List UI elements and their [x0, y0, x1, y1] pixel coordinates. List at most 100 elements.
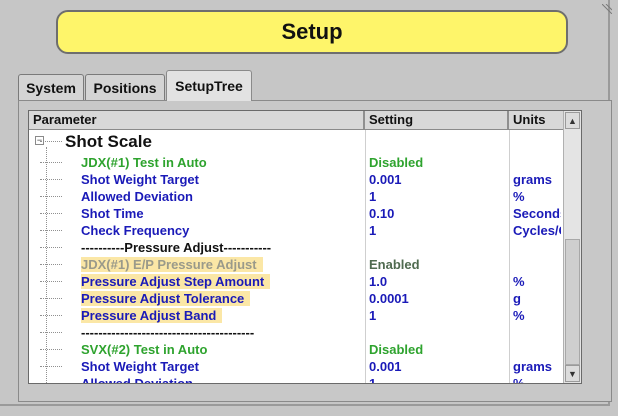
table-header: Parameter Setting Units: [29, 111, 563, 130]
tree-connector: [40, 349, 62, 350]
setting-value[interactable]: 1: [369, 375, 507, 383]
units-value: Cycles/Cl: [513, 223, 561, 238]
parameter-cell: JDX(#1) Test in Auto: [81, 154, 393, 171]
tree-connector: [40, 332, 62, 333]
parameter-cell: Shot Time: [81, 205, 393, 222]
setting-value[interactable]: 1: [369, 307, 507, 324]
parameter-label: Pressure Adjust Tolerance: [81, 291, 251, 306]
parameter-cell: Allowed Deviation: [81, 188, 393, 205]
parameter-label: SVX(#2) Test in Auto: [81, 342, 208, 357]
table-row[interactable]: ----------Pressure Adjust-----------: [29, 239, 563, 256]
setting-value[interactable]: 0.001: [369, 171, 507, 188]
tab-setuptree[interactable]: SetupTree: [166, 70, 252, 101]
triangle-down-icon[interactable]: ▼: [565, 365, 580, 382]
setting-value[interactable]: 1: [369, 222, 507, 239]
units-value: [513, 239, 561, 256]
units-value: [513, 256, 561, 273]
parameter-label: Check Frequency: [81, 223, 190, 238]
parameter-label: JDX(#1) E/P Pressure Adjust: [81, 257, 263, 272]
parameter-cell: SVX(#2) Test in Auto: [81, 341, 393, 358]
parameter-cell: Pressure Adjust Band: [81, 307, 393, 324]
parameter-cell: Shot Weight Target: [81, 358, 393, 375]
table-row[interactable]: Allowed Deviation 1%: [29, 375, 563, 384]
table-row[interactable]: Shot Time 0.10 Seconds: [29, 205, 563, 222]
setting-value[interactable]: 0.0001: [369, 290, 507, 307]
column-header-setting[interactable]: Setting: [365, 111, 509, 129]
scrollbar-thumb[interactable]: [565, 239, 580, 365]
table-row[interactable]: Pressure Adjust Band 1%: [29, 307, 563, 324]
tree-group-label: Shot Scale: [65, 132, 152, 151]
parameter-label: Shot Weight Target: [81, 172, 199, 187]
tree-connector: [40, 366, 62, 367]
resize-corner-icon: [602, 4, 612, 14]
vertical-scrollbar[interactable]: ▲ ▼: [563, 111, 581, 383]
units-value: [513, 341, 561, 358]
units-value: [513, 154, 561, 171]
tree-connector: [40, 315, 62, 316]
parameter-label: Shot Weight Target: [81, 359, 199, 374]
units-value: %: [513, 376, 525, 384]
table-row[interactable]: Allowed Deviation 1%: [29, 188, 563, 205]
parameter-cell: ----------Pressure Adjust-----------: [81, 239, 393, 256]
setting-value[interactable]: Enabled: [369, 256, 507, 273]
tab-positions[interactable]: Positions: [85, 74, 165, 100]
tree-connector: [40, 162, 62, 163]
table-row[interactable]: Shot Weight Target 0.001 grams: [29, 358, 563, 375]
parameter-label: Allowed Deviation: [81, 189, 193, 204]
parameter-label: Allowed Deviation: [81, 376, 193, 384]
units-value: %: [513, 189, 525, 204]
page-title: Setup: [56, 10, 568, 54]
table-row[interactable]: Pressure Adjust Tolerance 0.0001 g: [29, 290, 563, 307]
setting-value[interactable]: 0.10: [369, 205, 507, 222]
table-row[interactable]: SVX(#2) Test in Auto Disabled: [29, 341, 563, 358]
units-value: Seconds: [513, 206, 561, 221]
parameter-cell: Pressure Adjust Step Amount: [81, 273, 393, 290]
parameter-cell: ----------------------------------------: [81, 324, 393, 341]
parameter-label: JDX(#1) Test in Auto: [81, 155, 207, 170]
tree-connector: [40, 281, 62, 282]
table-row[interactable]: Pressure Adjust Step Amount 1.0%: [29, 273, 563, 290]
table-row[interactable]: Shot Weight Target 0.001 grams: [29, 171, 563, 188]
parameter-label: ----------Pressure Adjust-----------: [81, 240, 272, 255]
tree-connector: [40, 179, 62, 180]
parameter-cell: Pressure Adjust Tolerance: [81, 290, 393, 307]
units-value: g: [513, 291, 521, 306]
tree-connector: [40, 383, 62, 384]
tab-system[interactable]: System: [18, 74, 84, 100]
tree-connector: [40, 264, 62, 265]
units-value: grams: [513, 359, 553, 374]
tree-connector: [40, 298, 62, 299]
column-header-units[interactable]: Units: [509, 111, 563, 129]
tree-group-row[interactable]: Shot Scale: [29, 131, 563, 153]
parameter-label: ----------------------------------------: [81, 325, 255, 340]
table-row[interactable]: JDX(#1) E/P Pressure Adjust Enabled: [29, 256, 563, 273]
column-header-parameter[interactable]: Parameter: [29, 111, 365, 129]
setting-value[interactable]: [369, 324, 507, 341]
units-value: %: [513, 308, 525, 323]
table-row[interactable]: Check Frequency 1 Cycles/Cl: [29, 222, 563, 239]
parameter-label: Pressure Adjust Step Amount: [81, 274, 271, 289]
setting-value[interactable]: 1: [369, 188, 507, 205]
tree-connector: [40, 247, 62, 248]
setting-value[interactable]: Disabled: [369, 154, 507, 171]
setting-value[interactable]: Disabled: [369, 341, 507, 358]
parameter-label: Pressure Adjust Band: [81, 308, 223, 323]
units-value: %: [513, 274, 525, 289]
tree-connector: [40, 196, 62, 197]
tree-connector: [40, 230, 62, 231]
table-row[interactable]: ----------------------------------------: [29, 324, 563, 341]
table-row[interactable]: JDX(#1) Test in Auto Disabled: [29, 154, 563, 171]
triangle-up-icon[interactable]: ▲: [565, 112, 580, 129]
parameter-cell: Allowed Deviation: [81, 375, 393, 384]
setting-value[interactable]: [369, 239, 507, 256]
setup-tree-table[interactable]: Parameter Setting Units − Shot Scale JDX…: [28, 110, 582, 384]
parameter-label: Shot Time: [81, 206, 144, 221]
parameter-cell: Shot Weight Target: [81, 171, 393, 188]
parameter-cell: JDX(#1) E/P Pressure Adjust: [81, 256, 393, 273]
setting-value[interactable]: 1.0: [369, 273, 507, 290]
tree-connector: [40, 213, 62, 214]
parameter-cell: Check Frequency: [81, 222, 393, 239]
setting-value[interactable]: 0.001: [369, 358, 507, 375]
units-value: [513, 324, 561, 341]
units-value: grams: [513, 172, 553, 187]
